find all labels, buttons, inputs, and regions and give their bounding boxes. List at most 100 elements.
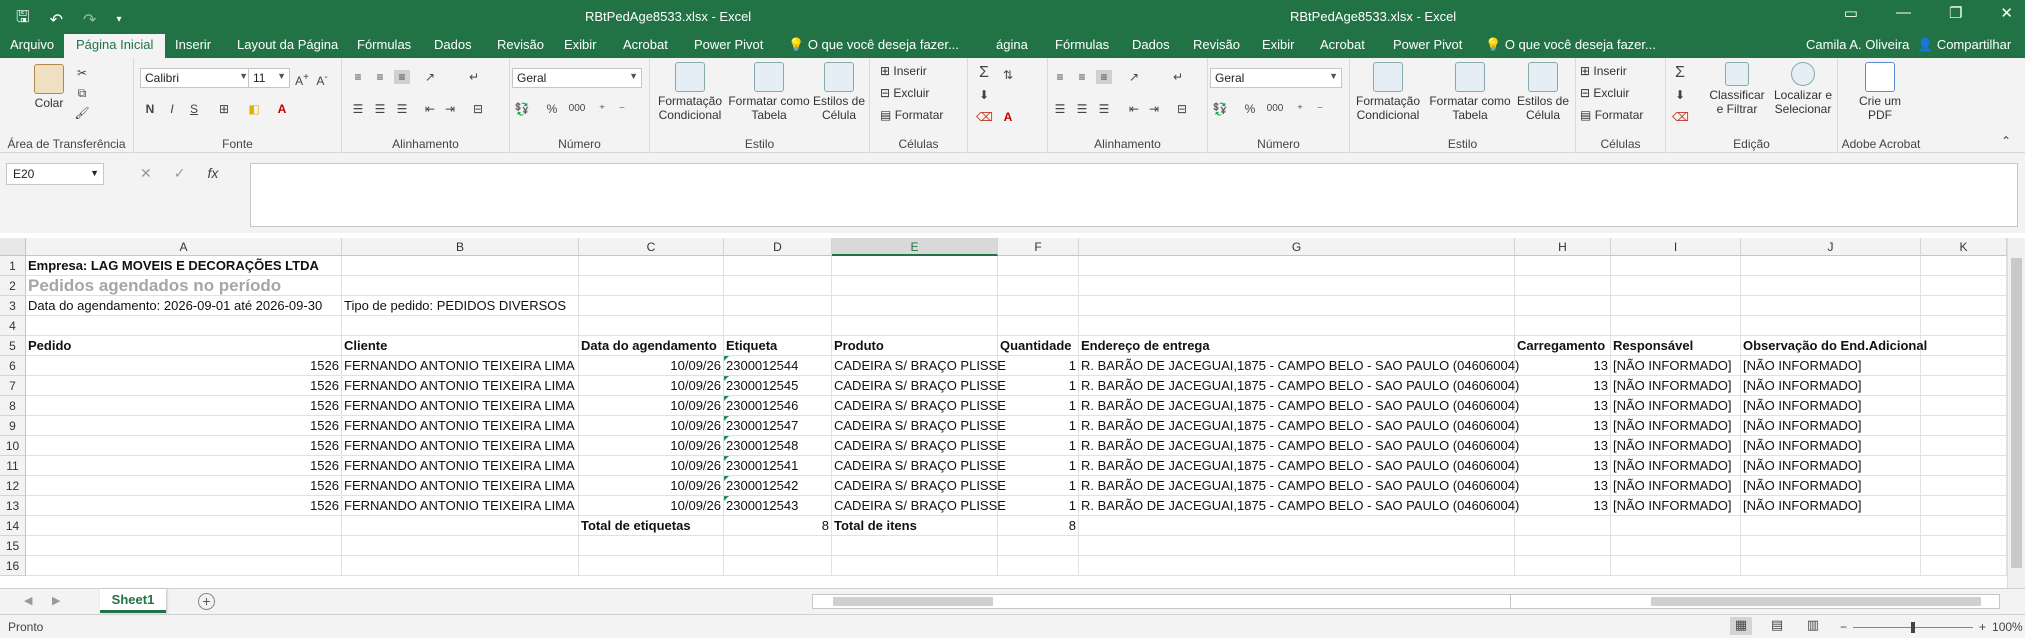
- add-sheet-button[interactable]: +: [198, 593, 215, 610]
- tab-home[interactable]: Página Inicial: [64, 34, 166, 58]
- cell[interactable]: [832, 536, 998, 556]
- insert-cells-button-2[interactable]: ⊞ Inserir: [1580, 64, 1627, 78]
- tell-me-search-2[interactable]: 💡 O que você deseja fazer...: [1485, 37, 1656, 53]
- tab-formulas[interactable]: Fórmulas: [357, 37, 411, 52]
- cell[interactable]: [1921, 416, 2007, 436]
- decrease-font-icon[interactable]: A-: [314, 71, 330, 88]
- table-row-cell[interactable]: 1526: [26, 496, 342, 516]
- zoom-slider[interactable]: [1853, 621, 1974, 633]
- format-as-table-button-2[interactable]: Formatar como Tabela: [1428, 62, 1512, 122]
- cell[interactable]: [1515, 256, 1611, 276]
- table-row-cell[interactable]: [NÃO INFORMADO]: [1611, 376, 1741, 396]
- table-row-cell[interactable]: 1: [998, 356, 1079, 376]
- autosum-icon[interactable]: Σ: [1672, 65, 1688, 81]
- insert-function-icon[interactable]: fx: [207, 165, 218, 182]
- cell[interactable]: [1515, 276, 1611, 296]
- table-row-cell[interactable]: FERNANDO ANTONIO TEIXEIRA LIMA: [342, 376, 579, 396]
- cell[interactable]: [1515, 516, 1611, 536]
- cell[interactable]: [998, 256, 1079, 276]
- worksheet-grid[interactable]: ABCDEFGHIJK 1 2 3 4 5 6 7 8 9 10 11 12 13 14 15 16 Empr…: [0, 238, 2025, 588]
- cell[interactable]: [1921, 376, 2007, 396]
- table-row-cell[interactable]: 2300012547: [724, 416, 832, 436]
- row-header-2[interactable]: 2: [0, 276, 26, 296]
- cell[interactable]: [1611, 556, 1741, 576]
- table-row-cell[interactable]: [NÃO INFORMADO]: [1741, 456, 1921, 476]
- table-row-cell[interactable]: [NÃO INFORMADO]: [1741, 496, 1921, 516]
- cell[interactable]: [1515, 536, 1611, 556]
- zoom-in-button[interactable]: +: [1979, 620, 1986, 634]
- table-row-cell[interactable]: CADEIRA S/ BRAÇO PLISSE: [832, 416, 1006, 436]
- orientation-icon[interactable]: ↗: [422, 70, 438, 84]
- cell[interactable]: [1079, 536, 1515, 556]
- table-row-cell[interactable]: 2300012548: [724, 436, 832, 456]
- table-row-cell[interactable]: 1526: [26, 356, 342, 376]
- table-row-cell[interactable]: [NÃO INFORMADO]: [1611, 476, 1741, 496]
- number-format-select[interactable]: Geral ▼: [512, 68, 642, 88]
- table-row-cell[interactable]: 1: [998, 436, 1079, 456]
- font-color-icon-2[interactable]: A: [1000, 110, 1016, 124]
- tab-power-pivot-2[interactable]: Power Pivot: [1393, 37, 1462, 52]
- tab-view[interactable]: Exibir: [564, 37, 597, 52]
- zoom-slider-knob[interactable]: [1911, 621, 1916, 633]
- font-name-select[interactable]: Calibri ▼: [140, 68, 252, 88]
- table-row-cell[interactable]: [NÃO INFORMADO]: [1611, 456, 1741, 476]
- fill-icon[interactable]: ⬇: [1672, 88, 1688, 102]
- tab-data-2[interactable]: Dados: [1132, 37, 1170, 52]
- table-row-cell[interactable]: [NÃO INFORMADO]: [1741, 416, 1921, 436]
- cell[interactable]: [1515, 296, 1611, 316]
- table-row-cell[interactable]: [NÃO INFORMADO]: [1611, 416, 1741, 436]
- increase-font-icon[interactable]: A+: [294, 71, 310, 88]
- orientation-icon[interactable]: ↗: [1126, 70, 1142, 84]
- table-row-cell[interactable]: 1: [998, 456, 1079, 476]
- cell[interactable]: [1079, 256, 1515, 276]
- align-left-icon[interactable]: ☰: [1052, 102, 1068, 116]
- cell[interactable]: [1921, 296, 2007, 316]
- table-row-cell[interactable]: 2300012546: [724, 396, 832, 416]
- delete-cells-button[interactable]: ⊟ Excluir: [880, 86, 929, 100]
- undo-icon[interactable]: ↶: [50, 10, 63, 30]
- table-row-cell[interactable]: [NÃO INFORMADO]: [1611, 436, 1741, 456]
- cell[interactable]: [1921, 456, 2007, 476]
- zoom-level[interactable]: 100%: [1992, 620, 2023, 634]
- font-size-select[interactable]: 11 ▼: [248, 68, 290, 88]
- table-row-cell[interactable]: R. BARÃO DE JACEGUAI,1875 - CAMPO BELO -…: [1079, 396, 1519, 416]
- table-header-cell[interactable]: Data do agendamento: [579, 336, 724, 356]
- redo-icon[interactable]: ↷: [83, 10, 96, 30]
- next-sheet-icon[interactable]: ▶: [52, 594, 60, 607]
- table-row-cell[interactable]: CADEIRA S/ BRAÇO PLISSE: [832, 396, 1006, 416]
- tell-me-search[interactable]: 💡 O que você deseja fazer...: [788, 37, 959, 53]
- table-row-cell[interactable]: 13: [1515, 416, 1611, 436]
- wrap-text-icon[interactable]: ↵: [466, 70, 482, 84]
- horizontal-scrollbar-left[interactable]: [812, 594, 1512, 609]
- align-right-icon[interactable]: ☰: [394, 102, 410, 116]
- cell[interactable]: [832, 256, 998, 276]
- total-items-label[interactable]: Total de itens: [832, 516, 998, 536]
- ribbon-display-options-icon[interactable]: ▭: [1844, 4, 1858, 22]
- row-header-11[interactable]: 11: [0, 456, 26, 476]
- align-top-icon[interactable]: ≡: [350, 70, 366, 84]
- cell[interactable]: [342, 276, 579, 296]
- paste-button[interactable]: Colar: [28, 64, 70, 110]
- zoom-out-button[interactable]: −: [1840, 620, 1847, 634]
- collapse-ribbon-icon[interactable]: ⌃: [1998, 134, 2014, 148]
- select-all-corner[interactable]: [0, 238, 26, 256]
- table-row-cell[interactable]: CADEIRA S/ BRAÇO PLISSE: [832, 476, 1006, 496]
- tab-page-layout-fragment[interactable]: ágina: [996, 37, 1028, 52]
- sort-filter-button[interactable]: Classificar e Filtrar: [1706, 62, 1768, 116]
- cell[interactable]: [1515, 316, 1611, 336]
- table-row-cell[interactable]: [NÃO INFORMADO]: [1611, 356, 1741, 376]
- align-bottom-icon[interactable]: ≡: [394, 70, 410, 84]
- cell[interactable]: [1921, 336, 2007, 356]
- cell[interactable]: [342, 556, 579, 576]
- align-center-icon[interactable]: ☰: [372, 102, 388, 116]
- decrease-decimal-icon[interactable]: ⁻: [1312, 102, 1328, 116]
- cell[interactable]: [579, 556, 724, 576]
- table-row-cell[interactable]: 10/09/26: [579, 416, 724, 436]
- table-row-cell[interactable]: 1: [998, 416, 1079, 436]
- cell[interactable]: [1921, 436, 2007, 456]
- cell[interactable]: [832, 296, 998, 316]
- autosum-icon[interactable]: Σ: [976, 65, 992, 81]
- cell[interactable]: [1741, 256, 1921, 276]
- table-row-cell[interactable]: 1526: [26, 396, 342, 416]
- cell[interactable]: [1079, 556, 1515, 576]
